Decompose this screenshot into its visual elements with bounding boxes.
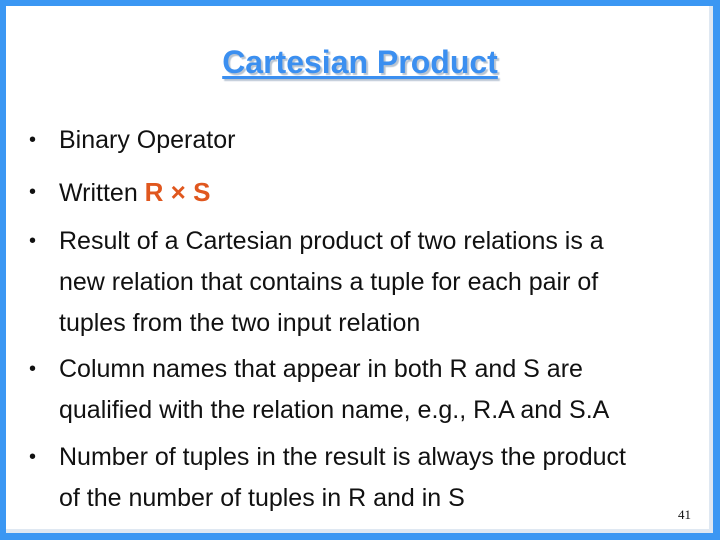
bullet-icon: • xyxy=(29,230,37,252)
bullet-item-written: • Written R × S xyxy=(29,172,699,214)
bullet-icon: • xyxy=(29,358,37,380)
page-number: 41 xyxy=(678,507,691,522)
bullet-text-line: tuples from the two input relation xyxy=(59,309,421,337)
slide-frame-bottom xyxy=(0,533,720,540)
bullet-text-line: Number of tuples in the result is always… xyxy=(59,443,626,471)
slide-title: Cartesian Product xyxy=(222,44,498,80)
bullet-icon: • xyxy=(29,446,37,468)
bullet-text: Binary Operator xyxy=(59,126,236,154)
bullet-text: Written R × S xyxy=(59,172,699,214)
bullet-text-line: Result of a Cartesian product of two rel… xyxy=(59,227,604,255)
bullet-prefix: Written xyxy=(59,179,145,207)
bullet-item-result: • Result of a Cartesian product of two r… xyxy=(29,221,699,344)
bullet-text-line: new relation that contains a tuple for e… xyxy=(59,268,599,296)
bullet-icon: • xyxy=(29,181,37,203)
bullet-text-line: Column names that appear in both R and S… xyxy=(59,355,583,383)
bullet-item-binary-operator: • Binary Operator xyxy=(29,120,699,161)
cartesian-expression: R × S xyxy=(144,177,211,207)
bullet-item-column-names: • Column names that appear in both R and… xyxy=(29,349,699,431)
bullet-item-number-of-tuples: • Number of tuples in the result is alwa… xyxy=(29,437,699,519)
slide: Cartesian Product • Binary Operator • Wr… xyxy=(0,0,720,540)
slide-frame-top xyxy=(0,0,720,6)
bullet-icon: • xyxy=(29,129,37,151)
bullet-text-line: of the number of tuples in R and in S xyxy=(59,484,465,512)
bullet-text-line: qualified with the relation name, e.g., … xyxy=(59,396,610,424)
